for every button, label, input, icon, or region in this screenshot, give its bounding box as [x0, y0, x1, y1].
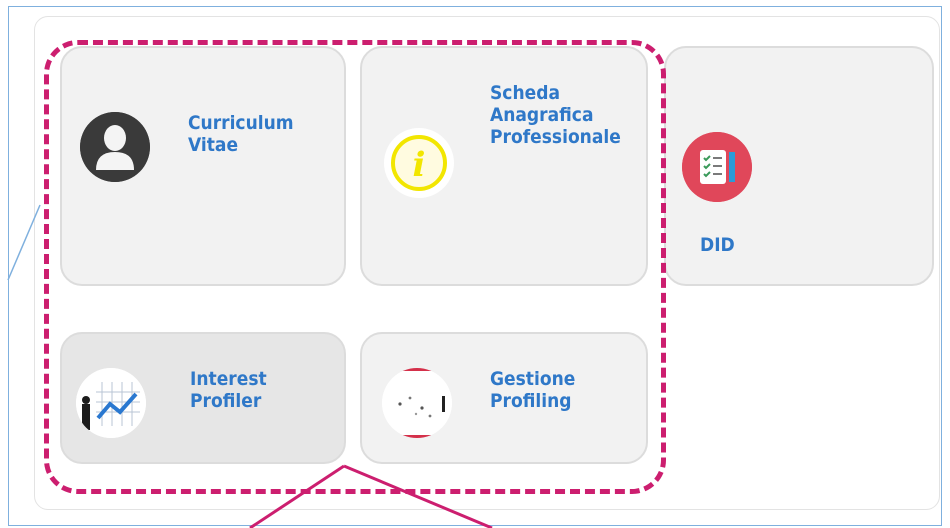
tile-label: Curriculum Vitae [188, 112, 294, 156]
svg-text:i: i [413, 145, 426, 185]
tile-label: DID [700, 234, 735, 256]
info-icon: i [384, 128, 454, 198]
profiler-chart-icon [76, 368, 146, 438]
tile-label: Scheda Anagrafica Professionale [490, 82, 621, 148]
checklist-icon [682, 132, 752, 202]
tile-label: Interest Profiler [190, 368, 267, 412]
tile-gestione-profiling[interactable]: Gestione Profiling [360, 332, 648, 464]
profiling-icon [382, 368, 452, 438]
tile-curriculum-vitae[interactable]: Curriculum Vitae [60, 46, 346, 286]
tile-scheda-anagrafica[interactable]: i Scheda Anagrafica Professionale [360, 46, 648, 286]
tile-did[interactable]: DID [664, 46, 934, 286]
tile-interest-profiler[interactable]: Interest Profiler [60, 332, 346, 464]
user-silhouette-icon [80, 112, 150, 182]
tile-label: Gestione Profiling [490, 368, 576, 412]
